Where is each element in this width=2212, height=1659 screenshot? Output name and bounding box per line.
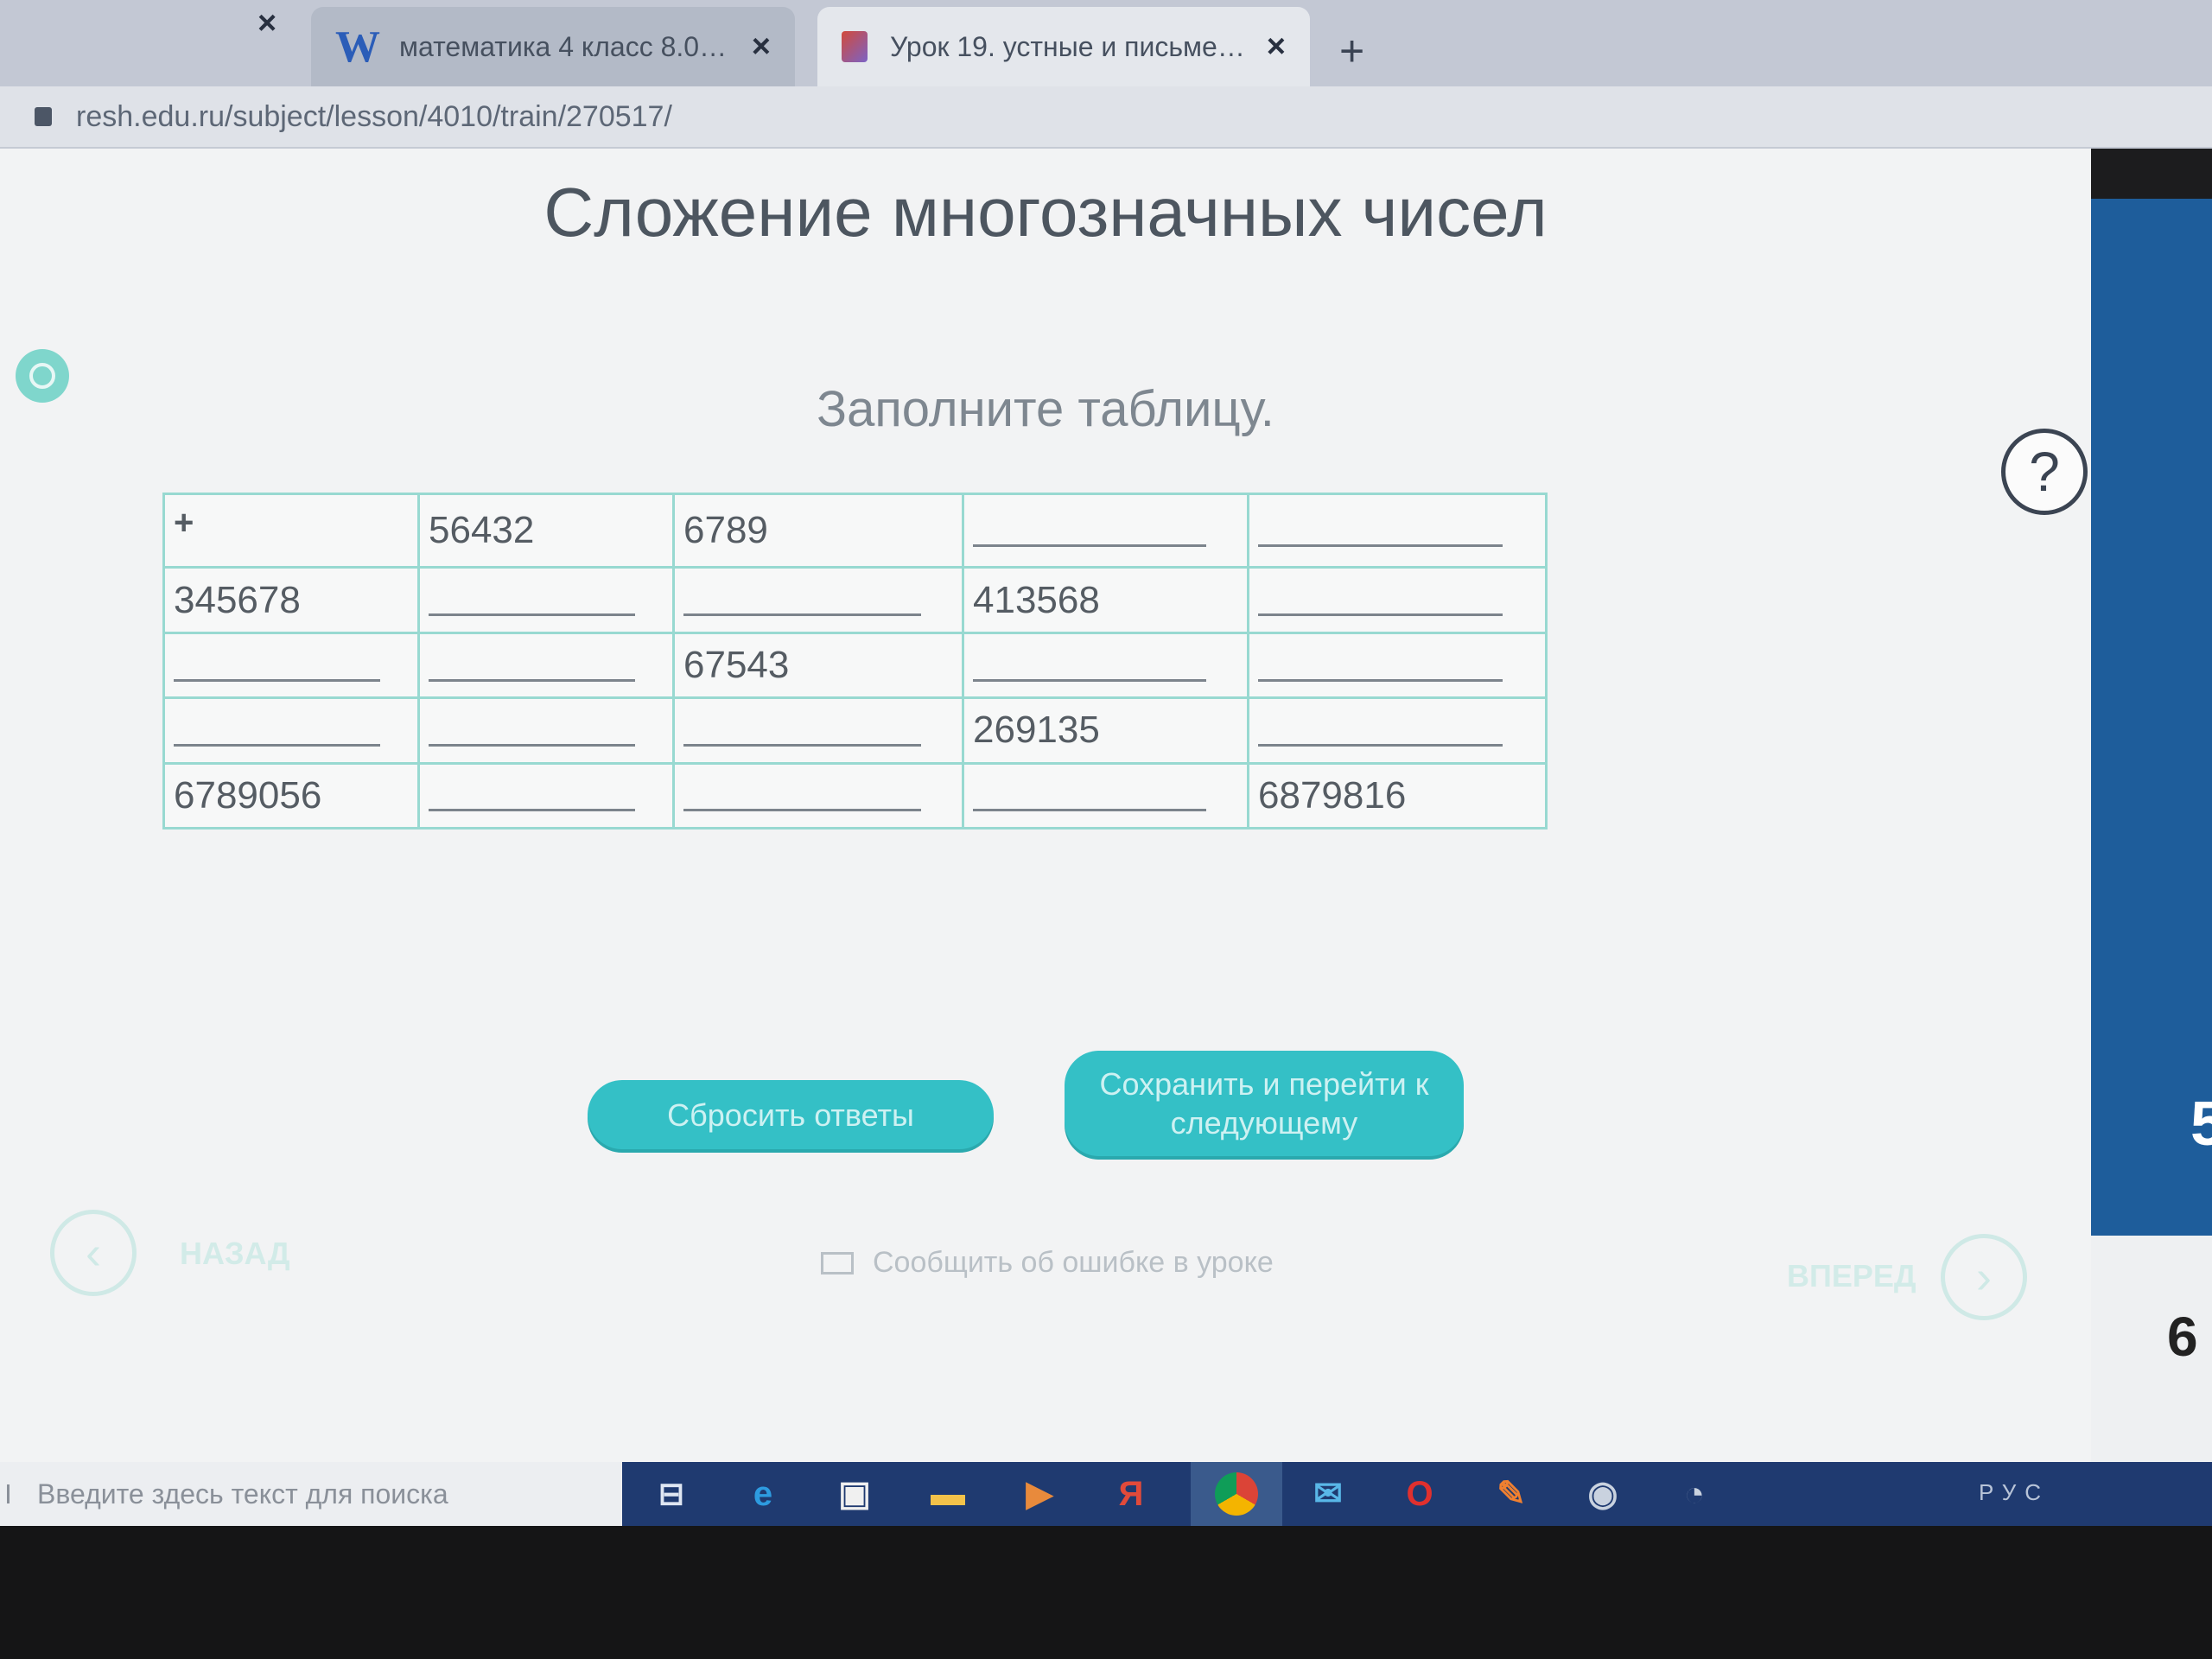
value-cell: 413568 [962, 566, 1249, 634]
tab-title: Урок 19. устные и письменные [890, 30, 1246, 62]
system-tray-lang[interactable]: РУС [1979, 1479, 2050, 1506]
table-row: 67543 [162, 631, 1548, 700]
answer-input[interactable] [962, 761, 1249, 830]
answer-input[interactable] [1247, 631, 1548, 700]
chat-icon[interactable]: ◔ [1671, 1471, 1718, 1517]
close-tab-icon[interactable]: × [1267, 29, 1286, 66]
tab-title: математика 4 класс 8.05.docx [399, 30, 731, 62]
new-tab-plus-icon[interactable]: + [1339, 26, 1364, 76]
back-link[interactable]: НАЗАД [180, 1236, 290, 1272]
answer-input[interactable] [1247, 566, 1548, 634]
help-icon[interactable]: ? [2001, 429, 2088, 515]
task-view-icon[interactable]: ⊟ [648, 1471, 695, 1517]
page-title: Сложение многозначных чисел [543, 174, 1548, 251]
tab-lesson[interactable]: Урок 19. устные и письменные × [817, 7, 1310, 86]
yandex-browser-icon[interactable]: Я [1108, 1471, 1154, 1517]
chevron-left-icon[interactable]: ‹ [50, 1210, 137, 1296]
save-and-next-button[interactable]: Сохранить и перейти к следующему [1065, 1051, 1464, 1156]
answer-input[interactable] [1247, 696, 1548, 765]
answer-input[interactable] [672, 696, 964, 765]
answer-input[interactable] [672, 761, 964, 830]
lock-icon [35, 107, 52, 126]
report-error-label: Сообщить об ошибке в уроке [873, 1246, 1274, 1279]
taskbar-search-placeholder: Введите здесь текст для поиска [37, 1478, 448, 1510]
header-cell: 345678 [162, 566, 420, 634]
search-icon [7, 1484, 20, 1503]
store-icon[interactable]: ▣ [831, 1471, 878, 1517]
table-row: 345678 413568 [162, 566, 1548, 634]
chrome-icon[interactable] [1191, 1462, 1282, 1526]
answer-input[interactable] [162, 696, 420, 765]
forward-link[interactable]: ВПЕРЕД [1787, 1258, 1916, 1294]
file-explorer-icon[interactable]: ▬ [925, 1471, 971, 1517]
answer-input[interactable] [417, 696, 675, 765]
tab-word-document[interactable]: W математика 4 класс 8.05.docx × [311, 7, 795, 86]
operator-cell: + [162, 492, 420, 569]
table-row: + 56432 6789 [162, 492, 1548, 569]
taskbar: ⊟ e ▣ ▬ ▶ Я ✉ O ✎ ◉ ◔ [622, 1462, 2212, 1526]
envelope-icon [821, 1251, 854, 1274]
answer-input[interactable] [962, 631, 1249, 700]
answer-input[interactable] [962, 492, 1249, 569]
side-number: 6 [2167, 1306, 2198, 1368]
taskbar-search[interactable]: Введите здесь текст для поиска [0, 1462, 622, 1526]
value-cell: 67543 [672, 631, 964, 700]
side-number: 5 [2190, 1090, 2212, 1159]
addition-table: + 56432 6789 345678 413568 67543 269135 [162, 492, 1548, 830]
report-error-link[interactable]: Сообщить об ошибке в уроке [821, 1246, 1274, 1280]
answer-input[interactable] [162, 631, 420, 700]
media-player-icon[interactable]: ▶ [1016, 1471, 1063, 1517]
monitor-bezel [0, 1526, 2212, 1659]
answer-input[interactable] [417, 566, 675, 634]
address-bar[interactable]: resh.edu.ru/subject/lesson/4010/train/27… [0, 86, 2212, 149]
chevron-right-icon[interactable]: › [1941, 1234, 2027, 1320]
camera-icon[interactable]: ◉ [1580, 1471, 1626, 1517]
answer-input[interactable] [1247, 492, 1548, 569]
value-cell: 269135 [962, 696, 1249, 765]
draw-app-icon[interactable]: ✎ [1488, 1471, 1535, 1517]
header-cell: 6789056 [162, 761, 420, 830]
close-tab-icon[interactable]: × [752, 29, 771, 66]
word-icon: W [335, 22, 380, 72]
edge-icon[interactable]: e [740, 1471, 786, 1517]
table-row: 269135 [162, 696, 1548, 765]
close-tab-icon[interactable]: × [257, 5, 276, 42]
table-row: 6789056 6879816 [162, 761, 1548, 830]
answer-input[interactable] [417, 761, 675, 830]
answer-input[interactable] [417, 631, 675, 700]
mail-icon[interactable]: ✉ [1305, 1471, 1351, 1517]
header-cell: 6789 [672, 492, 964, 569]
resh-favicon-icon [842, 31, 868, 62]
reset-answers-button[interactable]: Сбросить ответы [588, 1080, 994, 1149]
browser-tab-bar: × W математика 4 класс 8.05.docx × Урок … [0, 0, 2212, 86]
task-instruction: Заполните таблицу. [817, 381, 1274, 437]
answer-input[interactable] [672, 566, 964, 634]
header-cell: 56432 [417, 492, 675, 569]
url-text[interactable]: resh.edu.ru/subject/lesson/4010/train/27… [76, 100, 672, 134]
value-cell: 6879816 [1247, 761, 1548, 830]
side-panel [2091, 199, 2212, 1236]
opera-icon[interactable]: O [1396, 1471, 1443, 1517]
